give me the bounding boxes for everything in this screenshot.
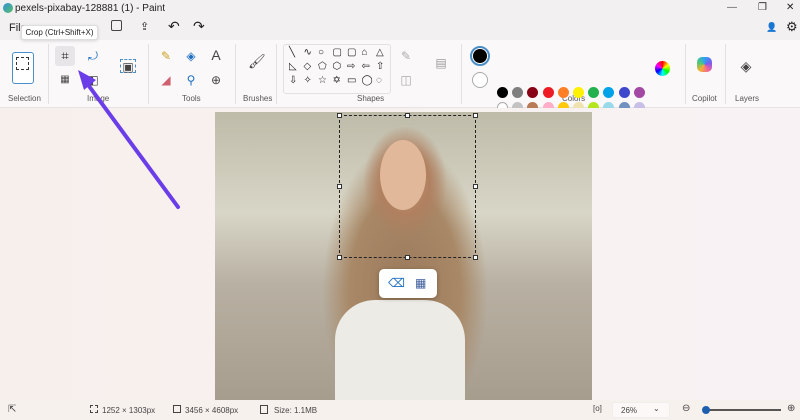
status-bar: ⇱ 1252 × 1303px 3456 × 4608px Size: 1.1M… [0, 400, 800, 420]
selection-size: 1252 × 1303px [102, 406, 156, 415]
file-size: Size: 1.1MB [274, 406, 318, 415]
chevron-down-icon: ⌄ [653, 404, 660, 413]
selection-size-icon [90, 405, 98, 413]
annotation-arrow [78, 70, 180, 209]
fit-to-window-icon[interactable]: [o] [593, 404, 602, 413]
arrow-head [78, 70, 96, 90]
zoom-slider-thumb[interactable] [702, 406, 710, 414]
zoom-slider[interactable] [703, 409, 781, 411]
file-size-icon [260, 405, 268, 414]
arrow-shaft [84, 80, 180, 209]
zoom-out-icon[interactable]: ⊖ [682, 403, 690, 414]
pointer-icon: ⇱ [8, 404, 17, 415]
zoom-value: 26% [621, 406, 638, 415]
canvas-size: 3456 × 4608px [185, 406, 239, 415]
zoom-in-icon[interactable]: ⊕ [787, 403, 795, 414]
canvas-size-icon [173, 405, 181, 413]
